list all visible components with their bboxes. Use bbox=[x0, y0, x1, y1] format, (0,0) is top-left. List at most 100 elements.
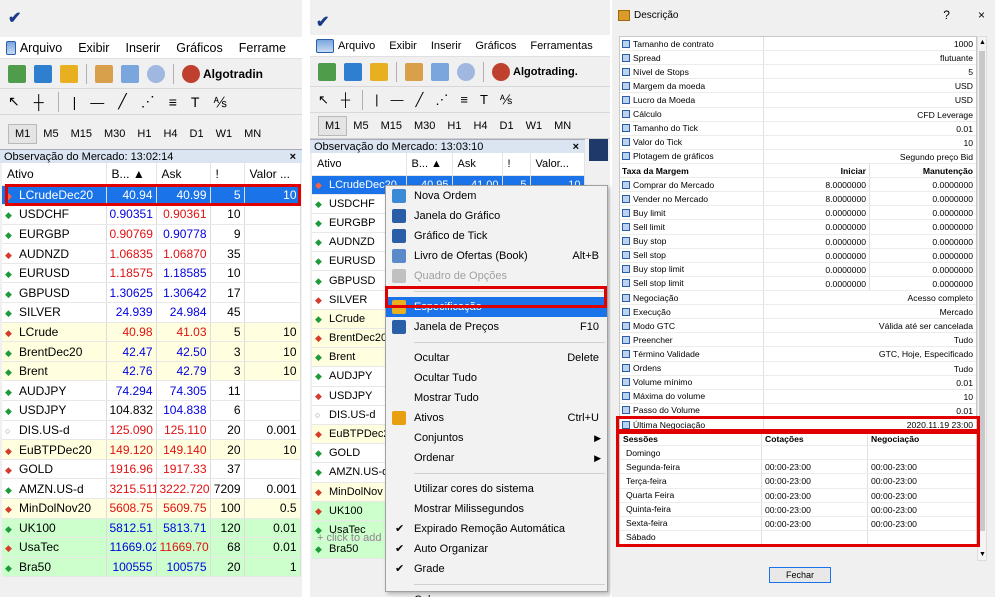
cursor-icon[interactable]: ↖ bbox=[318, 92, 329, 108]
table-row[interactable]: ◆ UK100 5812.51 5813.71 120 0.01 bbox=[2, 518, 301, 539]
context-menu-item[interactable]: Nova Ordem bbox=[386, 186, 607, 206]
table-row[interactable]: ◆ BrentDec20 42.47 42.50 3 10 bbox=[2, 341, 301, 362]
column-header[interactable]: ! bbox=[502, 153, 531, 176]
vertical-line-icon[interactable]: | bbox=[375, 92, 378, 107]
navigator-icon[interactable] bbox=[431, 62, 449, 81]
new-chart-icon[interactable] bbox=[318, 62, 336, 81]
menu-item[interactable]: Gráficos bbox=[176, 41, 223, 55]
timeframe-mn[interactable]: MN bbox=[548, 117, 577, 135]
context-menu-item[interactable]: ✔ Expirado Remoção Automática bbox=[386, 519, 607, 539]
add-symbol-field[interactable]: + click to add bbox=[317, 532, 382, 544]
timeframe-m1[interactable]: M1 bbox=[318, 115, 348, 136]
shapes-icon[interactable]: ⅍ bbox=[500, 92, 512, 107]
chart-tab-icon[interactable] bbox=[589, 139, 608, 161]
table-row[interactable]: ◆ LCrude 40.98 41.03 5 10 bbox=[2, 322, 301, 343]
timeframe-m30[interactable]: M30 bbox=[408, 117, 441, 135]
market-watch-icon[interactable] bbox=[370, 62, 388, 81]
table-row[interactable]: ◆ USDCHF 0.90351 0.90361 10 bbox=[2, 204, 301, 225]
table-row[interactable]: ◆ GOLD 1916.96 1917.33 37 bbox=[2, 459, 301, 480]
table-row[interactable]: ◆ Brent 42.76 42.79 3 10 bbox=[2, 361, 301, 382]
context-menu-item[interactable]: Janela do Gráfico bbox=[386, 206, 607, 226]
column-header[interactable]: ! bbox=[210, 163, 245, 186]
timeframe-mn[interactable]: MN bbox=[238, 125, 267, 143]
context-menu-item[interactable]: Gráfico de Tick bbox=[386, 226, 607, 246]
menu-item[interactable]: Exibir bbox=[389, 40, 417, 52]
table-row[interactable]: ◆ LCrudeDec20 40.94 40.99 5 10 bbox=[2, 185, 301, 206]
channel-icon[interactable]: ≡ bbox=[169, 94, 177, 110]
timeframe-d1[interactable]: D1 bbox=[494, 117, 520, 135]
context-menu-item[interactable]: Mostrar Milissegundos bbox=[386, 499, 607, 519]
column-header[interactable]: Ativo bbox=[2, 163, 107, 186]
data-window-icon[interactable] bbox=[95, 64, 113, 83]
column-header[interactable]: Valor ... bbox=[244, 163, 301, 186]
scroll-up-icon[interactable]: ▲ bbox=[979, 39, 986, 46]
menu-item[interactable]: Ferrame bbox=[239, 41, 286, 55]
menu-item[interactable]: Arquivo bbox=[338, 40, 375, 52]
text-icon[interactable]: T bbox=[191, 94, 200, 110]
close-icon[interactable]: × bbox=[290, 150, 296, 164]
timeframe-h1[interactable]: H1 bbox=[441, 117, 467, 135]
cursor-icon[interactable]: ↖ bbox=[8, 93, 20, 110]
vertical-line-icon[interactable]: | bbox=[73, 94, 77, 110]
table-row[interactable]: ◆ EURUSD 1.18575 1.18585 10 bbox=[2, 263, 301, 284]
context-menu-item[interactable]: ✔ Grade bbox=[386, 559, 607, 579]
shapes-icon[interactable]: ⅍ bbox=[213, 94, 226, 110]
menu-item[interactable]: Arquivo bbox=[20, 41, 62, 55]
context-menu-item[interactable]: Livro de Ofertas (Book) Alt+B bbox=[386, 246, 607, 266]
context-menu-item[interactable]: Ocultar Delete bbox=[386, 348, 607, 368]
horizontal-line-icon[interactable]: — bbox=[90, 94, 104, 110]
algotrading-button[interactable]: Algotradin bbox=[182, 64, 263, 83]
timeframe-h1[interactable]: H1 bbox=[131, 125, 157, 143]
market-watch-icon[interactable] bbox=[60, 64, 78, 83]
text-icon[interactable]: T bbox=[480, 92, 488, 107]
profiles-icon[interactable] bbox=[344, 62, 362, 81]
data-window-icon[interactable] bbox=[405, 62, 423, 81]
timeframe-w1[interactable]: W1 bbox=[210, 125, 239, 143]
scrollbar[interactable]: ▲ ▼ bbox=[977, 36, 987, 561]
timeframe-h4[interactable]: H4 bbox=[467, 117, 493, 135]
fibo-icon[interactable]: ⋰ bbox=[435, 92, 448, 108]
signal-icon[interactable] bbox=[147, 64, 165, 83]
timeframe-m5[interactable]: M5 bbox=[37, 125, 64, 143]
context-menu-item[interactable]: Utilizar cores do sistema bbox=[386, 479, 607, 499]
context-menu-item[interactable]: Colunas▶ bbox=[386, 590, 607, 597]
menu-item[interactable]: Inserir bbox=[431, 40, 462, 52]
timeframe-m30[interactable]: M30 bbox=[98, 125, 131, 143]
table-row[interactable]: ◆ Bra50 100555 100575 20 1 bbox=[2, 557, 301, 578]
table-row[interactable]: ◆ SILVER 24.939 24.984 45 bbox=[2, 302, 301, 323]
table-row[interactable]: ◆ AUDNZD 1.06835 1.06870 35 bbox=[2, 243, 301, 264]
scroll-thumb[interactable] bbox=[979, 51, 985, 531]
table-row[interactable]: ○ DIS.US-d 125.090 125.110 20 0.001 bbox=[2, 420, 301, 441]
context-menu-item[interactable]: Ativos Ctrl+U bbox=[386, 408, 607, 428]
close-button[interactable]: × bbox=[978, 8, 985, 22]
timeframe-h4[interactable]: H4 bbox=[157, 125, 183, 143]
table-row[interactable]: ◆ EuBTPDec20 149.120 149.140 20 10 bbox=[2, 439, 301, 460]
menu-item[interactable]: Inserir bbox=[125, 41, 160, 55]
context-menu-item[interactable]: ✔ Auto Organizar bbox=[386, 539, 607, 559]
column-header[interactable]: Ativo bbox=[312, 153, 407, 176]
context-menu-item[interactable]: Ordenar ▶ bbox=[386, 448, 607, 468]
profiles-icon[interactable] bbox=[34, 64, 52, 83]
fibo-icon[interactable]: ⋰ bbox=[141, 93, 155, 110]
context-menu-item[interactable]: Especificação bbox=[386, 297, 607, 317]
menu-item[interactable]: Gráficos bbox=[475, 40, 516, 52]
timeframe-m1[interactable]: M1 bbox=[8, 123, 38, 144]
column-header[interactable]: B... ▲ bbox=[406, 153, 453, 176]
navigator-icon[interactable] bbox=[121, 64, 139, 83]
context-menu-item[interactable]: Mostrar Tudo bbox=[386, 388, 607, 408]
column-header[interactable]: Ask bbox=[452, 153, 503, 176]
close-icon[interactable]: × bbox=[573, 140, 579, 154]
table-row[interactable]: ◆ UsaTec 11669.02 11669.70 68 0.01 bbox=[2, 537, 301, 558]
table-row[interactable]: ◆ AUDJPY 74.294 74.305 11 bbox=[2, 380, 301, 402]
timeframe-d1[interactable]: D1 bbox=[184, 125, 210, 143]
help-button[interactable]: ? bbox=[943, 8, 950, 22]
crosshair-icon[interactable]: ┼ bbox=[34, 94, 44, 110]
context-menu-item[interactable]: Ocultar Tudo bbox=[386, 368, 607, 388]
scroll-down-icon[interactable]: ▼ bbox=[979, 551, 986, 558]
menu-item[interactable]: Ferramentas bbox=[530, 40, 592, 52]
channel-icon[interactable]: ≡ bbox=[460, 92, 468, 107]
trendline-icon[interactable]: ╱ bbox=[416, 92, 424, 108]
trendline-icon[interactable]: ╱ bbox=[118, 93, 126, 110]
column-header[interactable]: Ask bbox=[156, 163, 211, 186]
menu-item[interactable]: Exibir bbox=[78, 41, 109, 55]
